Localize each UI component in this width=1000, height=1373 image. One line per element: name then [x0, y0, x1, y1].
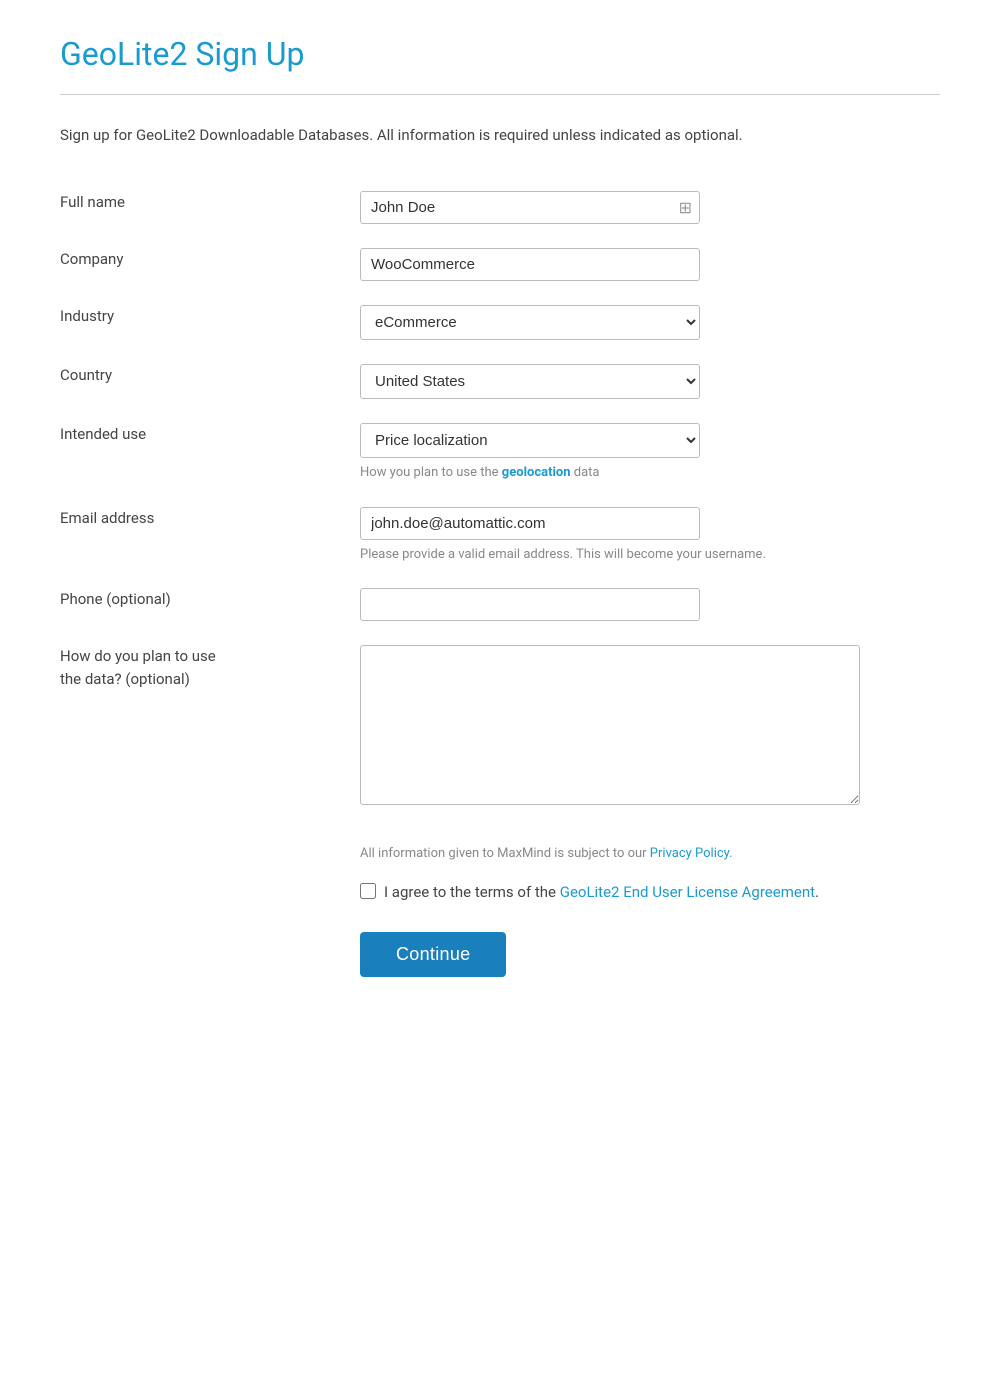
email-help: Please provide a valid email address. Th… [360, 545, 860, 565]
country-field-cell: United States United Kingdom Canada Aust… [360, 352, 940, 411]
industry-label: Industry [60, 293, 360, 352]
privacy-text-prefix: All information given to MaxMind is subj… [360, 846, 650, 861]
company-row: Company [60, 236, 940, 293]
agree-label: I agree to the terms of the GeoLite2 End… [384, 881, 819, 904]
intended-use-help-prefix: How you plan to use the [360, 465, 502, 480]
phone-input[interactable] [360, 588, 700, 621]
intended-use-row: Intended use Price localization Fraud de… [60, 411, 940, 495]
data-use-row: How do you plan to usethe data? (optiona… [60, 633, 940, 824]
data-use-field-cell [360, 633, 940, 824]
email-field-cell: Please provide a valid email address. Th… [360, 495, 940, 577]
bottom-row: All information given to MaxMind is subj… [60, 824, 940, 989]
country-select[interactable]: United States United Kingdom Canada Aust… [360, 364, 700, 399]
company-label: Company [60, 236, 360, 293]
phone-field-cell [360, 576, 940, 633]
phone-label: Phone (optional) [60, 576, 360, 633]
fullname-label: Full name [60, 179, 360, 236]
industry-select[interactable]: eCommerce Technology Finance Healthcare … [360, 305, 700, 340]
fullname-input-wrapper: ⊞ [360, 191, 700, 224]
agree-text-suffix: . [815, 883, 819, 901]
country-row: Country United States United Kingdom Can… [60, 352, 940, 411]
phone-row: Phone (optional) [60, 576, 940, 633]
intended-use-select[interactable]: Price localization Fraud detection Conte… [360, 423, 700, 458]
page-title: GeoLite2 Sign Up [60, 30, 940, 78]
bottom-section: All information given to MaxMind is subj… [360, 824, 940, 989]
fullname-input[interactable] [360, 191, 700, 224]
email-label: Email address [60, 495, 360, 577]
intro-text: Sign up for GeoLite2 Downloadable Databa… [60, 123, 920, 147]
signup-form: Full name ⊞ Company Industry [60, 179, 940, 989]
fullname-field-cell: ⊞ [360, 179, 940, 236]
continue-button[interactable]: Continue [360, 932, 506, 977]
agree-checkbox[interactable] [360, 883, 376, 899]
intended-use-field-cell: Price localization Fraud detection Conte… [360, 411, 940, 495]
company-input[interactable] [360, 248, 700, 281]
email-row: Email address Please provide a valid ema… [60, 495, 940, 577]
email-input[interactable] [360, 507, 700, 540]
industry-row: Industry eCommerce Technology Finance He… [60, 293, 940, 352]
agree-row: I agree to the terms of the GeoLite2 End… [360, 881, 860, 904]
agree-text-prefix: I agree to the terms of the [384, 883, 560, 901]
header-divider [60, 94, 940, 95]
contact-card-icon: ⊞ [679, 196, 692, 220]
privacy-text-suffix: . [729, 846, 732, 861]
eula-link[interactable]: GeoLite2 End User License Agreement [560, 883, 815, 901]
intended-use-help-suffix: data [571, 465, 600, 480]
geolocation-bold: geolocation [502, 465, 571, 480]
data-use-textarea[interactable] [360, 645, 860, 805]
company-field-cell [360, 236, 940, 293]
intended-use-help: How you plan to use the geolocation data [360, 463, 860, 483]
intended-use-label: Intended use [60, 411, 360, 495]
fullname-row: Full name ⊞ [60, 179, 940, 236]
industry-field-cell: eCommerce Technology Finance Healthcare … [360, 293, 940, 352]
data-use-label: How do you plan to usethe data? (optiona… [60, 633, 360, 824]
privacy-text: All information given to MaxMind is subj… [360, 844, 860, 864]
privacy-policy-link[interactable]: Privacy Policy [650, 846, 729, 861]
country-label: Country [60, 352, 360, 411]
